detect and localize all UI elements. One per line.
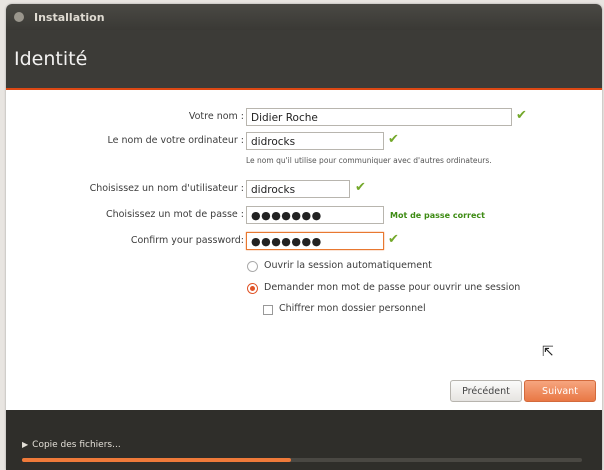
computer-hint: Le nom qu'il utilise pour communiquer av… [246,156,492,165]
confirm-check-icon: ✔ [388,232,399,247]
password-strength-status: Mot de passe correct [390,211,485,220]
username-check-icon: ✔ [355,180,366,195]
auto-login-radio[interactable] [247,261,258,272]
page-title: Identité [14,48,88,70]
next-button[interactable]: Suivant [524,380,596,402]
confirm-label: Confirm your password: [130,235,244,246]
mouse-pointer-icon: ⇱ [542,344,554,360]
auto-login-label[interactable]: Ouvrir la session automatiquement [264,260,432,271]
username-label: Choisissez un nom d'utilisateur : [89,183,244,194]
computer-input[interactable]: didrocks [246,132,384,150]
name-input[interactable]: Didier Roche [246,108,512,126]
name-check-icon: ✔ [516,108,527,123]
computer-label: Le nom de votre ordinateur : [107,135,245,146]
encrypt-home-checkbox[interactable] [263,305,273,315]
page-header: Identité [6,30,602,90]
username-input[interactable]: didrocks [246,180,350,198]
progress-toggle[interactable]: ▶ Copie des fichiers... [22,440,121,450]
password-label: Choisissez un mot de passe : [105,209,244,220]
expand-triangle-icon: ▶ [22,440,29,449]
computer-check-icon: ✔ [388,132,399,147]
previous-button[interactable]: Précédent [450,380,522,402]
identity-form: Votre nom : Didier Roche ✔ Le nom de vot… [6,90,602,411]
confirm-password-input[interactable]: ●●●●●●● [246,232,384,250]
progress-footer: ▶ Copie des fichiers... [6,410,602,470]
window-title: Installation [34,10,105,24]
password-input[interactable]: ●●●●●●● [246,206,384,224]
progress-fill [22,458,291,462]
progress-bar [22,458,582,462]
title-bar: Installation [6,4,602,30]
encrypt-home-label[interactable]: Chiffrer mon dossier personnel [279,303,426,314]
installer-window: Installation Identité Votre nom : Didier… [6,4,602,470]
ask-password-radio[interactable] [247,283,258,294]
progress-label: Copie des fichiers... [32,440,121,450]
close-icon[interactable] [14,12,24,22]
ask-password-label[interactable]: Demander mon mot de passe pour ouvrir un… [264,282,520,293]
name-label: Votre nom : [188,111,244,122]
